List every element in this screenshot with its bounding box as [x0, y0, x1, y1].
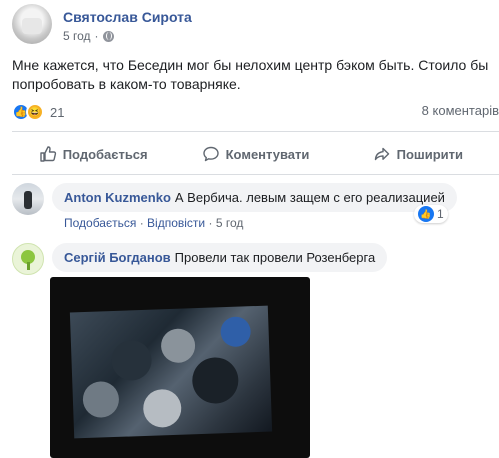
globe-icon[interactable]: [102, 30, 114, 42]
video-figure: [191, 356, 240, 405]
divider: [12, 131, 499, 132]
reaction-count[interactable]: 21: [50, 105, 64, 120]
video-figure: [82, 380, 120, 419]
comment-text: Провели так провели Розенберга: [174, 250, 376, 265]
separator-dot: ·: [94, 29, 99, 43]
comment-timestamp[interactable]: 5 год: [216, 216, 244, 230]
comment-bubble: Сергій Богданов Провели так провели Розен…: [52, 243, 388, 272]
comment-author[interactable]: Сергій Богданов: [64, 250, 171, 265]
comment-text: А Вербича. левым защем с его реализацией: [174, 190, 445, 205]
post-timestamp[interactable]: 5 год: [63, 29, 91, 43]
comment-bubble: Anton Kuzmenko А Вербича. левым защем с е…: [52, 183, 457, 212]
comment-item: Anton Kuzmenko А Вербича. левым защем с е…: [12, 183, 492, 233]
post-text: Мне кажется, что Беседин мог бы нелохим …: [12, 57, 489, 92]
comment-video-attachment[interactable]: [50, 277, 310, 458]
comment-button[interactable]: Коментувати: [174, 142, 336, 166]
share-button[interactable]: Поширити: [337, 142, 499, 166]
comment-actions: Подобається · Відповісти · 5 год: [64, 216, 243, 230]
comment-reaction-count: 1: [437, 207, 444, 221]
share-button-label: Поширити: [396, 146, 464, 162]
comment-author[interactable]: Anton Kuzmenko: [64, 190, 171, 205]
post-header: Святослав Сирота 5 год ·: [12, 4, 492, 48]
divider: [12, 174, 499, 175]
comment-icon: [202, 146, 219, 162]
avatar-image: [22, 18, 42, 34]
post-meta: 5 год ·: [63, 29, 114, 43]
comment-item: Сергій Богданов Провели так провели Розен…: [12, 243, 492, 277]
post-actions: Подобається Коментувати Поширити: [12, 142, 499, 166]
post-reactions[interactable]: 👍 😆 21: [12, 103, 64, 121]
separator-dot: ·: [139, 216, 148, 230]
avatar-image-stem: [27, 262, 30, 270]
haha-reaction-icon: 😆: [26, 103, 44, 121]
commenter-avatar[interactable]: [12, 183, 44, 215]
like-button-label: Подобається: [62, 146, 148, 162]
comment-button-label: Коментувати: [225, 146, 310, 162]
video-figure: [220, 316, 252, 348]
comments-count[interactable]: 8 коментарів: [422, 103, 499, 118]
share-icon: [374, 147, 389, 161]
post-author-name[interactable]: Святослав Сирота: [63, 9, 192, 25]
comment-like-link[interactable]: Подобається: [64, 216, 136, 230]
like-reaction-icon: 👍: [418, 206, 434, 222]
comment-reply-link[interactable]: Відповісти: [147, 216, 205, 230]
author-avatar[interactable]: [12, 4, 52, 44]
thumbs-up-icon: [40, 146, 56, 162]
avatar-image: [24, 191, 32, 209]
comment-reactions[interactable]: 👍 1: [414, 205, 448, 223]
video-frame: [69, 305, 273, 439]
video-figure: [142, 388, 182, 428]
commenter-avatar[interactable]: [12, 243, 44, 275]
like-button[interactable]: Подобається: [12, 142, 174, 166]
video-figure: [110, 339, 153, 382]
separator-dot: ·: [208, 216, 216, 230]
video-figure: [160, 328, 196, 364]
